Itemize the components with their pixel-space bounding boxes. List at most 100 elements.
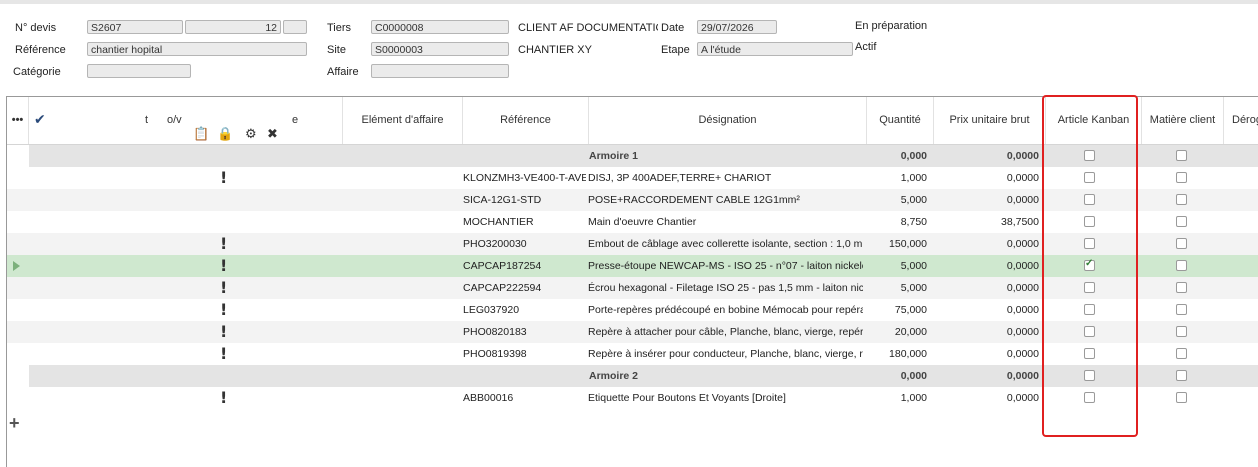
col-ov[interactable]: o/v bbox=[167, 97, 182, 144]
col-kanban[interactable]: Article Kanban bbox=[1046, 97, 1142, 144]
cell-quantite: 5,000 bbox=[900, 282, 927, 294]
kanban-checkbox[interactable] bbox=[1084, 392, 1095, 403]
tiers-field[interactable]: C0000008 bbox=[371, 20, 509, 34]
table-row[interactable]: ! PHO3200030 Embout de câblage avec coller… bbox=[7, 233, 1258, 255]
table-row[interactable]: ! PHO0820183 Repère à attacher pour câble,… bbox=[7, 321, 1258, 343]
cell-prix: 0,0000 bbox=[1006, 304, 1039, 316]
icon-columns: t o/v 📋 🔒 ⚙ ✖ e bbox=[135, 97, 343, 144]
devis-label: N° devis bbox=[15, 22, 57, 34]
col-element[interactable]: Elément d'affaire bbox=[343, 97, 463, 144]
cell-designation: Repère à insérer pour conducteur, Planch… bbox=[588, 348, 863, 360]
status-actif: Actif bbox=[855, 41, 877, 53]
gear-icon[interactable]: ⚙ bbox=[245, 111, 257, 144]
cell-designation: Armoire 2 bbox=[589, 370, 639, 382]
date-field[interactable]: 29/07/2026 bbox=[697, 20, 777, 34]
matiere-checkbox[interactable] bbox=[1176, 172, 1187, 183]
devis-extra-field[interactable] bbox=[283, 20, 307, 34]
kanban-checkbox[interactable] bbox=[1084, 326, 1095, 337]
site-label: Site bbox=[327, 44, 346, 56]
table-row[interactable]: ! LEG037920 Porte-repères prédécoupé en bo… bbox=[7, 299, 1258, 321]
affaire-field[interactable] bbox=[371, 64, 509, 78]
cell-prix: 0,0000 bbox=[1006, 370, 1039, 382]
cell-prix: 0,0000 bbox=[1006, 260, 1039, 272]
kanban-checkbox[interactable] bbox=[1084, 194, 1095, 205]
cell-designation: POSE+RACCORDEMENT CABLE 12G1mm² bbox=[588, 194, 800, 206]
cell-prix: 0,0000 bbox=[1006, 326, 1039, 338]
kanban-checkbox[interactable] bbox=[1084, 238, 1095, 249]
matiere-checkbox[interactable] bbox=[1176, 348, 1187, 359]
cell-reference: KLONZMH3-VE400-T-AVE bbox=[463, 172, 586, 184]
categorie-field[interactable] bbox=[87, 64, 191, 78]
matiere-checkbox[interactable] bbox=[1176, 260, 1187, 271]
kanban-checkbox[interactable] bbox=[1084, 370, 1095, 381]
kanban-checkbox[interactable] bbox=[1084, 304, 1095, 315]
matiere-checkbox[interactable] bbox=[1176, 304, 1187, 315]
kanban-checkbox[interactable] bbox=[1084, 216, 1095, 227]
kanban-checkbox[interactable] bbox=[1084, 348, 1095, 359]
grid-header: ••• ✔ t o/v 📋 🔒 ⚙ ✖ e Elément d'affaire … bbox=[7, 97, 1258, 145]
table-row[interactable]: Armoire 2 0,000 0,0000 bbox=[7, 365, 1258, 387]
cell-designation: DISJ, 3P 400ADEF,TERRE+ CHARIOT bbox=[588, 172, 772, 184]
table-row[interactable]: SICA-12G1-STD POSE+RACCORDEMENT CABLE 12G… bbox=[7, 189, 1258, 211]
col-prix[interactable]: Prix unitaire brut bbox=[934, 97, 1046, 144]
matiere-checkbox[interactable] bbox=[1176, 238, 1187, 249]
clipboard-icon[interactable]: 📋 bbox=[193, 111, 209, 144]
table-row[interactable]: Armoire 1 0,000 0,0000 bbox=[7, 145, 1258, 167]
table-row[interactable]: ! CAPCAP187254 Presse-étoupe NEWCAP-MS - I… bbox=[7, 255, 1258, 277]
matiere-checkbox[interactable] bbox=[1176, 326, 1187, 337]
tiers-label: Tiers bbox=[327, 22, 352, 34]
cell-quantite: 180,000 bbox=[889, 348, 927, 360]
site-field[interactable]: S0000003 bbox=[371, 42, 509, 56]
matiere-checkbox[interactable] bbox=[1176, 194, 1187, 205]
cell-quantite: 0,000 bbox=[900, 150, 927, 162]
etape-label: Etape bbox=[661, 44, 690, 56]
matiere-checkbox[interactable] bbox=[1176, 282, 1187, 293]
reference-field[interactable]: chantier hopital bbox=[87, 42, 307, 56]
col-e[interactable]: e bbox=[292, 97, 298, 144]
col-quantite[interactable]: Quantité bbox=[867, 97, 934, 144]
warning-icon: ! bbox=[220, 388, 228, 407]
table-row[interactable]: ! KLONZMH3-VE400-T-AVE DISJ, 3P 400ADEF,TE… bbox=[7, 167, 1258, 189]
cell-quantite: 5,000 bbox=[900, 194, 927, 206]
col-reference[interactable]: Référence bbox=[463, 97, 589, 144]
lock-icon[interactable]: 🔒 bbox=[217, 111, 233, 144]
matiere-checkbox[interactable] bbox=[1176, 150, 1187, 161]
warning-icon: ! bbox=[220, 168, 228, 187]
tools-icon[interactable]: ✖ bbox=[267, 111, 278, 144]
cell-reference: SICA-12G1-STD bbox=[463, 194, 542, 206]
cell-prix: 0,0000 bbox=[1006, 392, 1039, 404]
add-icon[interactable]: + bbox=[9, 413, 20, 434]
col-t[interactable]: t bbox=[145, 97, 148, 144]
lines-grid: ••• ✔ t o/v 📋 🔒 ⚙ ✖ e Elément d'affaire … bbox=[6, 96, 1258, 467]
cell-reference bbox=[460, 145, 586, 167]
table-row[interactable]: ! CAPCAP222594 Écrou hexagonal - Filetage … bbox=[7, 277, 1258, 299]
cell-reference: LEG037920 bbox=[463, 304, 520, 316]
cell-prix: 0,0000 bbox=[1006, 348, 1039, 360]
matiere-checkbox[interactable] bbox=[1176, 392, 1187, 403]
site-name: CHANTIER XY bbox=[518, 44, 592, 56]
kanban-checkbox[interactable] bbox=[1084, 172, 1095, 183]
kanban-checkbox[interactable] bbox=[1084, 282, 1095, 293]
col-matiere[interactable]: Matière client bbox=[1142, 97, 1224, 144]
devis-number-field[interactable]: 12 bbox=[185, 20, 281, 34]
cell-reference: MOCHANTIER bbox=[463, 216, 534, 228]
col-derog[interactable]: Dérog bbox=[1224, 97, 1258, 144]
table-row[interactable]: ! PHO0819398 Repère à insérer pour conduct… bbox=[7, 343, 1258, 365]
col-designation[interactable]: Désignation bbox=[589, 97, 867, 144]
matiere-checkbox[interactable] bbox=[1176, 216, 1187, 227]
matiere-checkbox[interactable] bbox=[1176, 370, 1187, 381]
cell-quantite: 75,000 bbox=[894, 304, 927, 316]
row-gutter bbox=[7, 365, 29, 387]
table-row[interactable]: MOCHANTIER Main d'oeuvre Chantier 8,750 38,… bbox=[7, 211, 1258, 233]
more-icon[interactable]: ••• bbox=[7, 97, 29, 144]
kanban-checkbox[interactable] bbox=[1084, 258, 1095, 271]
check-edit-icon[interactable]: ✔ bbox=[34, 97, 46, 144]
kanban-checkbox[interactable] bbox=[1084, 150, 1095, 161]
cell-prix: 0,0000 bbox=[1006, 194, 1039, 206]
devis-field[interactable]: S2607 bbox=[87, 20, 183, 34]
cell-reference: PHO3200030 bbox=[463, 238, 527, 250]
row-selected-icon bbox=[13, 261, 20, 271]
table-row[interactable]: ! ABB00016 Etiquette Pour Boutons Et Voyan… bbox=[7, 387, 1258, 409]
cell-designation: Presse-étoupe NEWCAP-MS - ISO 25 - n°07 … bbox=[588, 260, 863, 272]
etape-field[interactable]: A l'étude bbox=[697, 42, 853, 56]
